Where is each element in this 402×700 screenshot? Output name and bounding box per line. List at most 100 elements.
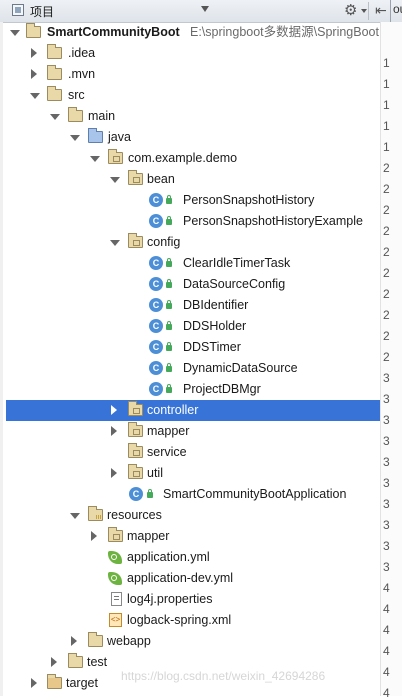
class-label: DataSourceConfig [183,277,286,291]
tree-row-log4j[interactable]: log4j.properties [0,589,380,610]
tree-row-controller-selected[interactable]: controller [6,400,380,421]
package-label: com.example.demo [128,151,238,165]
tree-row-mapper[interactable]: mapper [0,421,380,442]
tree-row-resources[interactable]: resources [0,505,380,526]
folder-label: target [66,676,98,690]
tree-row-class[interactable]: C DataSourceConfig [0,274,380,295]
editor-gutter: 1 1 1 1 1 2 2 2 2 2 2 2 2 2 2 3 3 3 3 3 3 3 3 3 3 4 4 4 4 4 4 [381,22,402,700]
tree-row-package[interactable]: com.example.demo [0,148,380,169]
class-icon: C [149,214,163,228]
class-icon: C [149,382,163,396]
line-number: 1 [383,77,390,91]
expand-arrow-icon[interactable] [90,156,100,162]
expand-arrow-icon[interactable] [70,513,80,519]
line-number: 3 [383,497,390,511]
tree-row-idea[interactable]: .idea [0,43,380,64]
class-label: ClearIdleTimerTask [183,256,291,270]
tree-row-bean[interactable]: bean [0,169,380,190]
lock-icon [166,384,172,393]
collapse-arrow-icon[interactable] [31,69,37,79]
chevron-down-icon[interactable] [361,9,367,13]
collapse-arrow-icon[interactable] [51,657,57,667]
folder-label: src [68,88,85,102]
line-number: 2 [383,350,390,364]
tree-row-main[interactable]: main [0,106,380,127]
collapse-arrow-icon[interactable] [71,636,77,646]
tree-row-java[interactable]: java [0,127,380,148]
collapse-arrow-icon[interactable] [111,468,117,478]
tree-row-class[interactable]: C DDSHolder [0,316,380,337]
tree-row-class[interactable]: C DynamicDataSource [0,358,380,379]
expand-arrow-icon[interactable] [30,93,40,99]
line-number: 4 [383,581,390,595]
line-number: 3 [383,434,390,448]
tree-row-logback[interactable]: <> logback-spring.xml [0,610,380,631]
line-number: 2 [383,266,390,280]
collapse-arrow-icon[interactable] [111,426,117,436]
line-number: 3 [383,392,390,406]
folder-label: webapp [107,634,151,648]
tree-row-class[interactable]: C ProjectDBMgr [0,379,380,400]
collapse-arrow-icon[interactable] [91,531,97,541]
folder-label: test [87,655,108,669]
expand-arrow-icon[interactable] [110,177,120,183]
line-number: 3 [383,413,390,427]
spring-leaf-icon [108,572,122,585]
tree-row-mvn[interactable]: .mvn [0,64,380,85]
tree-row-class[interactable]: C ClearIdleTimerTask [0,253,380,274]
view-dropdown-icon[interactable] [201,6,209,12]
tree-row-res-mapper[interactable]: mapper [0,526,380,547]
editor-tab-fragment: ou [393,2,402,16]
tree-row-class[interactable]: C PersonSnapshotHistory [0,190,380,211]
folder-icon [47,65,62,80]
tree-row-class[interactable]: C DDSTimer [0,337,380,358]
expand-arrow-icon[interactable] [50,114,60,120]
class-label: DDSTimer [183,340,241,354]
line-number: 2 [383,329,390,343]
folder-label: .idea [68,46,96,60]
tree-row-service[interactable]: service [0,442,380,463]
project-view-title[interactable]: 项目 [30,3,54,20]
line-number: 3 [383,518,390,532]
tree-row-application-yml[interactable]: application.yml [0,547,380,568]
collapse-arrow-icon[interactable] [31,678,37,688]
collapse-arrow-icon[interactable] [111,405,117,415]
lock-icon [166,363,172,372]
expand-arrow-icon[interactable] [110,240,120,246]
tree-row-root[interactable]: SmartCommunityBoot E:\springboot多数据源\Spr… [0,22,380,43]
class-icon: C [149,319,163,333]
tree-row-config[interactable]: config [0,232,380,253]
tree-row-webapp[interactable]: webapp [0,631,380,652]
hide-panel-icon[interactable]: ⇤ [375,2,387,19]
package-label: mapper [147,424,190,438]
folder-label: java [108,130,131,144]
tree-row-application-class[interactable]: C SmartCommunityBootApplication [0,484,380,505]
folder-icon [108,527,123,542]
tree-row-class[interactable]: C DBIdentifier [0,295,380,316]
tree-row-class[interactable]: C PersonSnapshotHistoryExample [0,211,380,232]
package-label: controller [147,403,199,417]
gear-icon[interactable]: ⚙ [344,1,357,19]
collapse-arrow-icon[interactable] [31,48,37,58]
package-icon [128,443,143,458]
package-icon [128,233,143,248]
tree-row-application-dev-yml[interactable]: application-dev.yml [0,568,380,589]
folder-icon [47,674,62,689]
tree-row-util[interactable]: util [0,463,380,484]
folder-label: .mvn [68,67,96,81]
folder-label: mapper [127,529,170,543]
class-label: DynamicDataSource [183,361,298,375]
editor-divider [390,0,391,22]
package-icon [108,149,123,164]
line-number: 1 [383,56,390,70]
class-label: ProjectDBMgr [183,382,261,396]
folder-icon [68,107,83,122]
expand-arrow-icon[interactable] [10,30,20,36]
package-label: service [147,445,187,459]
lock-icon [166,321,172,330]
expand-arrow-icon[interactable] [70,135,80,141]
lock-icon [166,195,172,204]
properties-file-icon [111,592,122,606]
tree-row-src[interactable]: src [0,85,380,106]
line-number: 3 [383,455,390,469]
